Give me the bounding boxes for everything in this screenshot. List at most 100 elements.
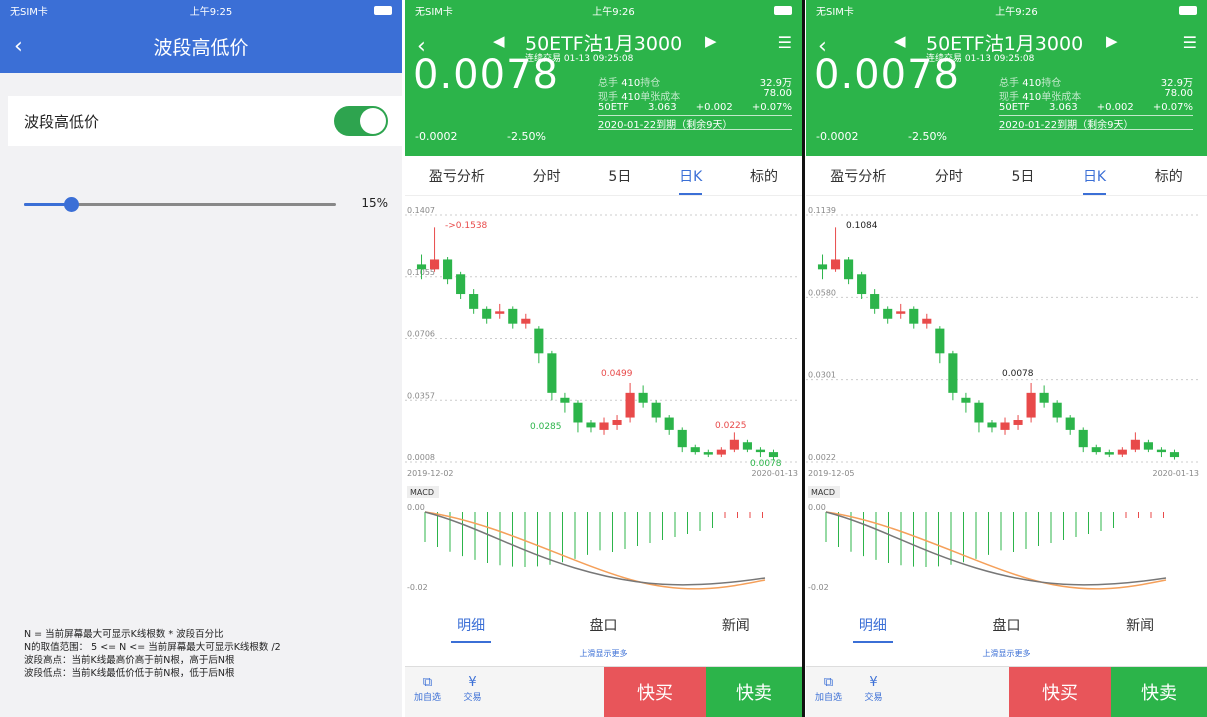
- prev-contract-icon[interactable]: ◀: [894, 32, 906, 50]
- y-tick-label: 0.0357: [407, 391, 435, 400]
- extreme-annotation: 0.1084: [846, 221, 878, 231]
- extreme-annotation: ->0.1538: [445, 221, 488, 231]
- yen-icon: ¥: [869, 675, 878, 690]
- menu-icon[interactable]: ☰: [778, 33, 792, 52]
- add-watchlist-label: 加自选: [413, 693, 441, 703]
- prev-contract-icon[interactable]: ◀: [493, 32, 505, 50]
- add-watchlist-button[interactable]: ⧉ 加自选: [806, 667, 851, 717]
- quick-sell-button[interactable]: 快卖: [706, 667, 802, 717]
- candle-body: [948, 353, 958, 393]
- y-tick-label: 0.0706: [407, 330, 435, 339]
- menu-icon[interactable]: ☰: [1183, 33, 1197, 52]
- y-tick-label: 0.1139: [808, 206, 836, 215]
- quick-buy-button[interactable]: 快买: [604, 667, 706, 717]
- percent-slider-row: 15%: [8, 185, 402, 221]
- trade-button[interactable]: ¥ 交易: [450, 667, 495, 717]
- last-price: 0.0078: [814, 52, 960, 98]
- note-line: N的取值范围： 5 <= N <= 当前屏幕最大可显示K线根数 /2: [24, 642, 281, 653]
- macd-max-label: 0.00: [808, 503, 826, 512]
- swipe-more-hint: 上滑显示更多: [982, 649, 1031, 658]
- next-contract-icon[interactable]: ▶: [705, 32, 717, 50]
- candle-body: [625, 392, 635, 418]
- macd-label: MACD: [410, 488, 434, 497]
- candle-body: [1039, 392, 1049, 403]
- candle-body: [690, 447, 700, 453]
- price-change-pct: -2.50%: [507, 130, 546, 143]
- underlying-pct: +0.07%: [1152, 102, 1193, 113]
- add-watchlist-button[interactable]: ⧉ 加自选: [405, 667, 450, 717]
- slider-thumb[interactable]: [63, 197, 79, 212]
- quick-sell-button[interactable]: 快卖: [1111, 667, 1207, 717]
- tab-news[interactable]: 新闻: [1126, 615, 1154, 635]
- candle-body: [612, 420, 622, 425]
- tab-orderbook[interactable]: 盘口: [589, 615, 617, 635]
- slider-value: 15%: [361, 196, 388, 210]
- tab-5day[interactable]: 5日: [608, 166, 631, 186]
- carrier-text: 无SIM卡: [816, 6, 854, 18]
- candle-body: [416, 264, 427, 270]
- trade-button[interactable]: ¥ 交易: [851, 667, 896, 717]
- x-start-label: 2019-12-05: [808, 469, 855, 478]
- chart-tabs: 盈亏分析 分时 5日 日K 标的: [806, 156, 1207, 196]
- tab-daily-k[interactable]: 日K: [679, 166, 703, 195]
- underlying-row[interactable]: 50ETF 3.063 +0.002 +0.07%: [999, 102, 1193, 116]
- tab-underlying[interactable]: 标的: [750, 166, 778, 186]
- candle-body: [1156, 449, 1167, 453]
- stat-value: 32.9万: [759, 78, 792, 89]
- tab-5day[interactable]: 5日: [1011, 166, 1034, 186]
- percent-slider[interactable]: [24, 197, 336, 212]
- back-icon[interactable]: ‹: [14, 34, 23, 59]
- tab-intraday[interactable]: 分时: [935, 166, 963, 186]
- candle-body: [830, 259, 841, 270]
- candle-body: [534, 328, 544, 354]
- price-change: -0.0002: [415, 130, 458, 143]
- candle-body: [909, 308, 919, 324]
- carrier-text: 无SIM卡: [10, 6, 48, 18]
- candle-body: [1169, 452, 1180, 458]
- candle-body: [1065, 417, 1075, 430]
- stat-value: 78.00: [1164, 88, 1193, 99]
- candle-body: [677, 429, 687, 448]
- tab-news[interactable]: 新闻: [722, 615, 750, 635]
- candle-body: [961, 397, 971, 403]
- candle-body: [664, 417, 674, 430]
- tab-daily-k[interactable]: 日K: [1082, 166, 1107, 195]
- quick-buy-button[interactable]: 快买: [1009, 667, 1111, 717]
- underlying-price: 3.063: [648, 102, 677, 113]
- stat-value: 78.00: [763, 88, 792, 99]
- tab-orderbook[interactable]: 盘口: [992, 615, 1020, 635]
- page-title: 波段高低价: [153, 37, 249, 59]
- status-bar: 无SIM卡 上午9:25: [0, 0, 402, 20]
- battery-icon: [1179, 5, 1197, 15]
- candle-body: [586, 422, 596, 428]
- candle-body: [521, 318, 531, 324]
- tab-pnl[interactable]: 盈亏分析: [429, 166, 485, 186]
- y-tick-label: 0.0301: [808, 371, 836, 380]
- quote-header: 无SIM卡 上午9:26 ‹ ◀ 50ETF沽1月3000 连续交易 01-13…: [806, 0, 1207, 156]
- tab-pnl[interactable]: 盈亏分析: [830, 166, 886, 186]
- candle-body: [573, 402, 583, 423]
- underlying-name: 50ETF: [999, 102, 1030, 113]
- candle-body: [560, 397, 570, 403]
- watchlist-icon: ⧉: [823, 675, 834, 690]
- underlying-row[interactable]: 50ETF 3.063 +0.002 +0.07%: [598, 102, 792, 116]
- candle-body: [768, 452, 779, 458]
- candle-body: [742, 442, 752, 450]
- tab-detail[interactable]: 明细: [451, 615, 492, 643]
- note-line: 波段低点：当前K线最低价低于前N根，低于后N根: [24, 668, 235, 679]
- kline-chart[interactable]: 0.1407 0.1055 0.0706 0.0357 0.0008 2019-12-02…: [405, 200, 802, 600]
- kline-chart[interactable]: 0.1139 0.0580 0.0301 0.0022 2019-12-05 2020-0…: [806, 200, 1207, 600]
- next-contract-icon[interactable]: ▶: [1106, 32, 1118, 50]
- candle-body: [896, 311, 906, 314]
- price-change-pct: -2.50%: [908, 130, 947, 143]
- note-line: 波段高点：当前K线最高价高于前N根，高于后N根: [24, 655, 235, 666]
- candle-body: [883, 308, 893, 319]
- expiry-text: 2020-01-22到期（剩余9天）: [598, 120, 733, 131]
- battery-icon: [774, 5, 792, 15]
- stat-value: 32.9万: [1160, 78, 1193, 89]
- tab-detail[interactable]: 明细: [852, 615, 893, 643]
- last-price: 0.0078: [413, 52, 559, 98]
- tab-intraday[interactable]: 分时: [533, 166, 561, 186]
- band-toggle[interactable]: [334, 106, 388, 136]
- tab-underlying[interactable]: 标的: [1155, 166, 1183, 186]
